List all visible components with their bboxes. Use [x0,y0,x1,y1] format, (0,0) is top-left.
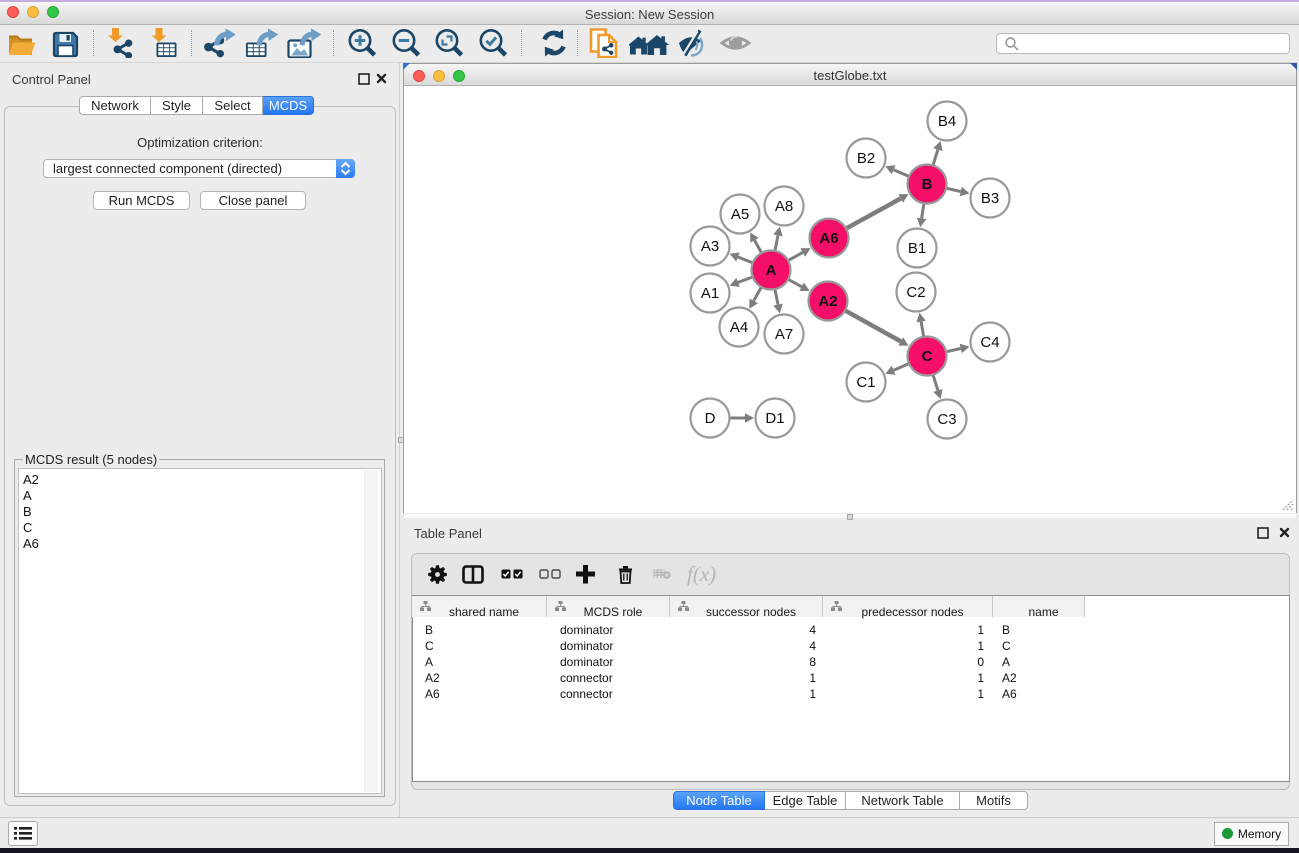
svg-text:C: C [922,348,933,365]
svg-text:A3: A3 [701,238,719,255]
svg-text:D1: D1 [765,410,784,427]
svg-text:A: A [766,262,777,279]
svg-text:A6: A6 [819,230,838,247]
svg-text:B: B [922,176,933,193]
svg-text:C4: C4 [980,334,999,351]
svg-text:C2: C2 [906,284,925,301]
svg-text:A5: A5 [731,206,749,223]
svg-text:B3: B3 [981,190,999,207]
svg-text:D: D [705,410,716,427]
svg-text:A1: A1 [701,285,719,302]
svg-text:A2: A2 [818,293,837,310]
svg-text:C3: C3 [937,411,956,428]
svg-text:A4: A4 [730,319,748,336]
svg-text:A8: A8 [775,198,793,215]
svg-text:A7: A7 [775,326,793,343]
svg-text:B2: B2 [857,150,875,167]
svg-text:C1: C1 [856,374,875,391]
svg-text:B1: B1 [908,240,926,257]
svg-text:B4: B4 [938,113,956,130]
